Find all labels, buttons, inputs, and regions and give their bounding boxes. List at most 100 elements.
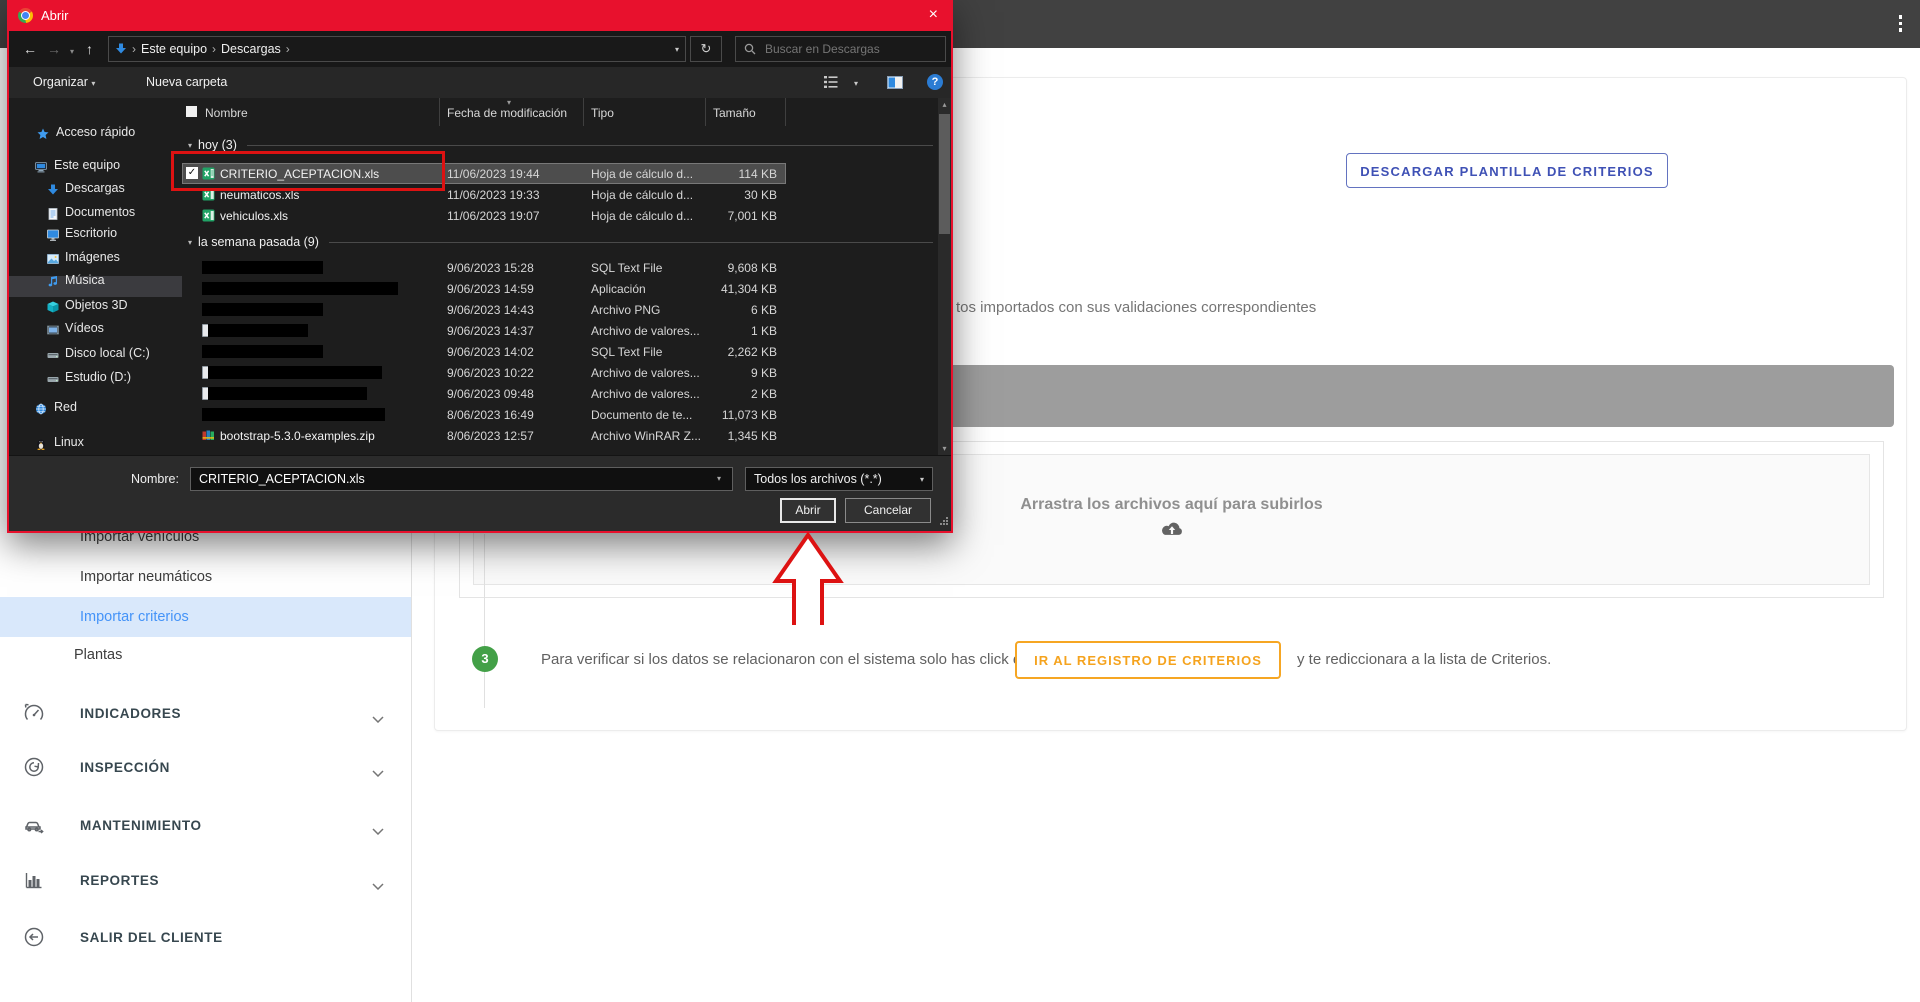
sidebar-section-label: INSPECCIÓN (80, 760, 170, 775)
history-caret-icon[interactable]: ▾ (70, 43, 74, 61)
file-row[interactable]: 8/06/2023 16:49Documento de te...11,073 … (182, 404, 786, 425)
scrollbar-thumb[interactable] (939, 114, 950, 234)
forward-icon[interactable]: → (47, 40, 61, 58)
close-icon[interactable]: × (929, 5, 938, 25)
sidebar-item-plantas[interactable]: Plantas (0, 635, 411, 675)
new-folder-button[interactable]: Nueva carpeta (146, 75, 227, 89)
step2-description-text: tos importados con sus validaciones corr… (956, 299, 1316, 316)
file-list: Nombre Fecha de modificación Tipo Tamaño… (182, 98, 944, 455)
file-row-criterio-aceptacion[interactable]: ✓ CRITERIO_ACEPTACION.xls 11/06/2023 19:… (182, 163, 786, 184)
redacted-name-bar (208, 366, 382, 379)
kebab-menu-icon[interactable] (1899, 15, 1903, 32)
breadcrumb-este-equipo[interactable]: Este equipo (141, 42, 207, 56)
redacted-name-bar (202, 408, 385, 421)
image-icon (47, 251, 60, 264)
star-icon (37, 126, 50, 139)
file-row-bootstrap-zip[interactable]: bootstrap-5.3.0-examples.zip 8/06/2023 1… (182, 425, 786, 446)
file-row[interactable]: 9/06/2023 14:02SQL Text File2,262 KB (182, 341, 786, 362)
column-header-fecha[interactable]: Fecha de modificación (447, 106, 567, 120)
group-chevron-icon: ▾ (188, 238, 192, 247)
file-row[interactable]: 9/06/2023 14:43Archivo PNG6 KB (182, 299, 786, 320)
resize-grip[interactable] (939, 514, 948, 528)
open-button[interactable]: Abrir (780, 498, 836, 523)
redacted-name-bar (202, 282, 398, 295)
navpane-item-musica[interactable]: Música (9, 270, 182, 291)
group-header-hoy[interactable]: ▾ hoy (3) (182, 136, 933, 154)
sidebar-section-mantenimiento[interactable]: MANTENIMIENTO (0, 805, 411, 845)
file-list-scrollbar[interactable]: ▴ ▾ (938, 98, 951, 455)
dialog-title: Abrir (41, 8, 68, 23)
sidebar-section-indicadores[interactable]: INDICADORES (0, 693, 411, 733)
navpane-item-escritorio[interactable]: Escritorio (9, 223, 182, 244)
sidebar-item-salir-del-cliente[interactable]: SALIR DEL CLIENTE (0, 917, 411, 957)
dialog-titlebar[interactable]: Abrir × (9, 0, 951, 31)
downloads-icon (115, 43, 127, 55)
breadcrumb[interactable]: › Este equipo › Descargas › ▾ (108, 36, 686, 62)
navpane-item-disco-local-c[interactable]: Disco local (C:) (9, 343, 182, 364)
column-header-nombre[interactable]: Nombre (205, 106, 248, 120)
file-row-vehiculos[interactable]: vehiculos.xls 11/06/2023 19:07 Hoja de c… (182, 205, 786, 226)
search-icon (744, 43, 756, 55)
breadcrumb-descargas[interactable]: Descargas (221, 42, 281, 56)
excel-file-icon (202, 209, 215, 222)
dropzone-label: Arrastra los archivos aquí para subirlos (1020, 496, 1322, 514)
column-header-tipo[interactable]: Tipo (591, 106, 614, 120)
navpane-item-objetos-3d[interactable]: Objetos 3D (9, 295, 182, 316)
redacted-name-bar (202, 261, 323, 274)
help-icon[interactable]: ? (927, 74, 943, 90)
navpane-item-descargas[interactable]: Descargas (9, 178, 182, 199)
navpane-item-documentos[interactable]: Documentos (9, 202, 182, 223)
sidebar-section-label: SALIR DEL CLIENTE (80, 930, 223, 945)
view-caret-icon[interactable]: ▾ (854, 79, 858, 88)
redacted-name-bar (202, 345, 323, 358)
navpane-item-videos[interactable]: Vídeos (9, 318, 182, 339)
dialog-toolbar: Organizar ▾ Nueva carpeta ▾ ? (9, 67, 951, 98)
computer-icon (35, 159, 48, 172)
sidebar-section-inspeccion[interactable]: INSPECCIÓN (0, 747, 411, 787)
navpane-item-acceso-rapido[interactable]: Acceso rápido (9, 122, 182, 143)
navpane-item-red[interactable]: Red (9, 397, 182, 418)
select-all-checkbox[interactable] (186, 106, 197, 117)
address-caret-icon[interactable]: ▾ (675, 45, 679, 54)
navpane-item-linux[interactable]: Linux (9, 432, 182, 453)
navpane-item-estudio-d[interactable]: Estudio (D:) (9, 367, 182, 388)
file-row[interactable]: 9/06/2023 10:22Archivo de valores...9 KB (182, 362, 786, 383)
filetype-select[interactable]: Todos los archivos (*.*) ▾ (745, 467, 933, 491)
sidebar-item-importar-neumaticos[interactable]: Importar neumáticos (0, 557, 411, 597)
redacted-name-bar (202, 303, 323, 316)
file-row[interactable]: 9/06/2023 09:48Archivo de valores...2 KB (182, 383, 786, 404)
refresh-button[interactable]: ↻ (690, 36, 722, 62)
filetype-caret-icon: ▾ (920, 475, 924, 484)
view-list-icon[interactable] (824, 76, 838, 91)
step-3-badge: 3 (472, 646, 498, 672)
sidebar-item-importar-criterios[interactable]: Importar criterios (0, 597, 411, 637)
dialog-footer: Nombre: ▾ Todos los archivos (*.*) ▾ Abr… (9, 455, 951, 531)
filename-input[interactable] (190, 467, 733, 491)
group-header-semana-pasada[interactable]: ▾ la semana pasada (9) (182, 233, 933, 251)
cube-icon (47, 299, 60, 312)
search-input[interactable] (763, 41, 927, 57)
chevron-down-icon (372, 877, 385, 885)
scroll-up-icon[interactable]: ▴ (938, 100, 951, 109)
download-template-button[interactable]: DESCARGAR PLANTILLA DE CRITERIOS (1346, 153, 1668, 188)
navpane-item-imagenes[interactable]: Imágenes (9, 247, 182, 268)
dialog-address-bar: ← → ▾ ↑ › Este equipo › Descargas › ▾ ↻ (9, 31, 951, 67)
car-icon (23, 814, 45, 836)
up-icon[interactable]: ↑ (86, 40, 93, 58)
excel-file-icon (202, 188, 215, 201)
sidebar-section-reportes[interactable]: REPORTES (0, 860, 411, 900)
go-to-criteria-registry-button[interactable]: IR AL REGISTRO DE CRITERIOS (1015, 641, 1281, 679)
back-icon[interactable]: ← (23, 40, 37, 58)
file-row[interactable]: 9/06/2023 14:37Archivo de valores...1 KB (182, 320, 786, 341)
cancel-button[interactable]: Cancelar (845, 498, 931, 523)
file-row[interactable]: 9/06/2023 14:59Aplicación41,304 KB (182, 278, 786, 299)
navpane-item-este-equipo[interactable]: Este equipo (9, 155, 182, 176)
organize-menu[interactable]: Organizar ▾ (33, 75, 95, 89)
file-row-neumaticos[interactable]: neumaticos.xls 11/06/2023 19:33 Hoja de … (182, 184, 786, 205)
scroll-down-icon[interactable]: ▾ (938, 444, 951, 453)
file-row[interactable]: 9/06/2023 15:28SQL Text File9,608 KB (182, 257, 786, 278)
row-checkbox-checked[interactable]: ✓ (186, 167, 198, 179)
preview-pane-icon[interactable] (887, 76, 903, 92)
linux-penguin-icon (35, 436, 48, 449)
column-header-tamano[interactable]: Tamaño (713, 106, 756, 120)
